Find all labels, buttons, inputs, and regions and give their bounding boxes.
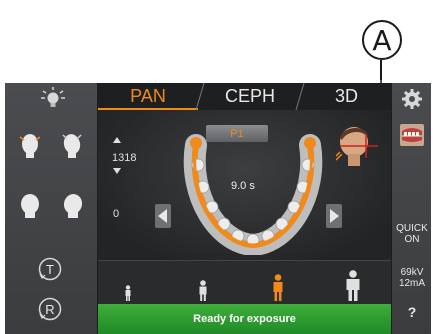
tab-3d[interactable]: 3D — [302, 83, 391, 110]
patient-size-icon — [273, 274, 283, 301]
height-up-icon[interactable] — [112, 136, 122, 146]
tab-ceph[interactable]: CEPH — [202, 83, 298, 110]
patient-size-icon — [125, 285, 131, 301]
t-button[interactable]: T — [37, 256, 63, 282]
mode-tabs: PAN CEPH 3D — [98, 83, 391, 110]
tab-pan-label: PAN — [130, 86, 166, 106]
kv-value: 69kV — [400, 267, 424, 278]
device-screen: T R PAN CEPH 3D P1 1318 0 9.0 s Ready fo… — [5, 83, 431, 334]
quick-mode-button[interactable]: QUICK ON — [392, 223, 432, 245]
callout-label: A — [372, 23, 392, 57]
status-text: Ready for exposure — [193, 313, 296, 325]
position-value: 0 — [113, 208, 120, 220]
tab-ceph-label: CEPH — [224, 86, 275, 106]
settings-gear-icon[interactable] — [399, 87, 425, 111]
move-right-button[interactable] — [324, 203, 344, 229]
head-profile-icon — [336, 127, 378, 166]
patient-size-child[interactable] — [173, 261, 233, 305]
tab-3d-label: 3D — [334, 86, 358, 106]
t-label: T — [46, 261, 54, 277]
status-bar: Ready for exposure — [98, 304, 391, 334]
height-value: 1318 — [112, 152, 137, 164]
head-back-icon[interactable] — [15, 191, 45, 221]
exposure-parameters[interactable]: 69kV 12mA — [392, 267, 432, 289]
patient-size-adult-medium[interactable] — [248, 261, 308, 305]
light-icon[interactable] — [38, 85, 68, 111]
left-panel: T R — [5, 83, 98, 334]
head-side-icon[interactable] — [57, 191, 87, 221]
quick-label: QUICK — [396, 223, 428, 234]
help-button[interactable]: ? — [392, 304, 432, 320]
patient-size-selector — [98, 260, 391, 304]
height-down-icon[interactable] — [112, 166, 122, 176]
tab-pan[interactable]: PAN — [98, 83, 198, 110]
help-label: ? — [407, 304, 417, 320]
ma-value: 12mA — [398, 278, 426, 289]
patient-size-child-small[interactable] — [98, 261, 158, 305]
r-label: R — [45, 301, 55, 317]
patient-size-icon — [199, 280, 207, 301]
right-panel: QUICK ON 69kV 12mA ? — [391, 83, 431, 334]
bite-block-icon[interactable] — [398, 121, 426, 149]
head-tilt-icon[interactable] — [57, 130, 87, 160]
r-button[interactable]: R — [37, 296, 63, 322]
move-left-button[interactable] — [153, 203, 173, 229]
quick-state: ON — [404, 234, 420, 245]
callout-a: A — [362, 20, 402, 60]
exposure-preview: P1 1318 0 9.0 s — [98, 110, 391, 260]
head-front-icon[interactable] — [15, 130, 45, 160]
patient-size-adult-large[interactable] — [323, 261, 383, 305]
exposure-time: 9.0 s — [231, 180, 255, 192]
patient-size-icon — [346, 270, 360, 301]
